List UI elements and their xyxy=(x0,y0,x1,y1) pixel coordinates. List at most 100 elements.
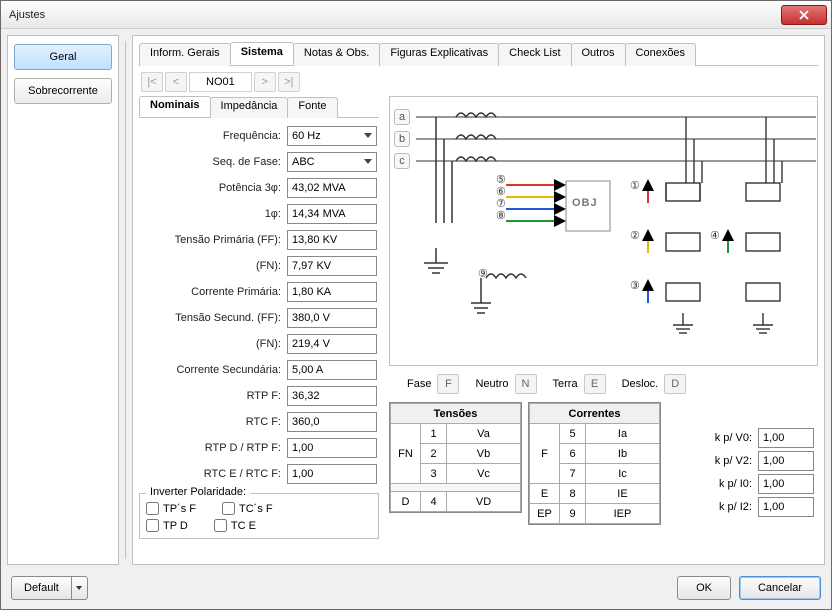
tab-outros[interactable]: Outros xyxy=(571,43,626,66)
cp-label: Corrente Primária: xyxy=(141,286,287,298)
obj-label: OBJ xyxy=(572,197,598,209)
cp-input[interactable] xyxy=(287,282,377,302)
legend-fase-button[interactable]: F xyxy=(437,374,459,394)
tab-checklist[interactable]: Check List xyxy=(498,43,571,66)
chk-tps-f[interactable]: TP´s F xyxy=(146,502,196,515)
ajustes-window: Ajustes Geral Sobrecorrente Inform. Gera… xyxy=(0,0,832,610)
rtpd-input[interactable] xyxy=(287,438,377,458)
correntes-e: E xyxy=(530,484,560,504)
cs-input[interactable] xyxy=(287,360,377,380)
kv2-label: k p/ V2: xyxy=(702,455,752,467)
freq-select[interactable]: 60 Hz xyxy=(287,126,377,146)
nav-node-label: NO01 xyxy=(189,72,252,92)
legend-neutro-button[interactable]: N xyxy=(515,374,537,394)
legend-neutro-label: Neutro xyxy=(475,378,508,390)
tensoes-table: Tensões FN 1Va 2Vb 3Vc D4VD xyxy=(389,402,522,513)
nav-next-button[interactable]: > xyxy=(254,72,276,92)
sub-tabs: Nominais Impedância Fonte xyxy=(139,96,379,118)
cancel-button[interactable]: Cancelar xyxy=(739,576,821,600)
rtce-label: RTC E / RTC F: xyxy=(141,468,287,480)
seq-select[interactable]: ABC xyxy=(287,152,377,172)
ki2-input[interactable] xyxy=(758,497,814,517)
correntes-table: Correntes F 5Ia 6Ib 7Ic E8IE EP9IEP xyxy=(528,402,661,525)
default-button[interactable]: Default xyxy=(11,576,72,600)
marker-2: ② xyxy=(630,229,640,242)
tab-figuras[interactable]: Figuras Explicativas xyxy=(379,43,499,66)
rtpf-input[interactable] xyxy=(287,386,377,406)
nav-first-button[interactable]: |< xyxy=(141,72,163,92)
marker-9: ⑨ xyxy=(478,267,488,280)
nav-prev-button[interactable]: < xyxy=(165,72,187,92)
window-title: Ajustes xyxy=(9,9,781,21)
legend-desloc-label: Desloc. xyxy=(622,378,659,390)
legend-desloc-button[interactable]: D xyxy=(664,374,686,394)
kv0-input[interactable] xyxy=(758,428,814,448)
tensoes-title: Tensões xyxy=(391,404,521,424)
circuit-diagram: a b c xyxy=(389,96,818,366)
invert-legend: Inverter Polaridade: xyxy=(146,486,250,498)
rtpd-label: RTP D / RTP F: xyxy=(141,442,287,454)
chevron-down-icon xyxy=(364,159,372,164)
chk-tp-d[interactable]: TP D xyxy=(146,519,188,532)
legend-fase-label: Fase xyxy=(407,378,431,390)
rtpf-label: RTP F: xyxy=(141,390,287,402)
tsfn-label: (FN): xyxy=(141,338,287,350)
subtab-impedancia[interactable]: Impedância xyxy=(210,97,289,118)
pot1-label: 1φ: xyxy=(141,208,287,220)
marker-3: ③ xyxy=(630,279,640,292)
legend-terra-label: Terra xyxy=(553,378,578,390)
chevron-down-icon xyxy=(76,586,82,590)
kv2-input[interactable] xyxy=(758,451,814,471)
pot3-label: Potência 3φ: xyxy=(141,182,287,194)
tab-conexoes[interactable]: Conexões xyxy=(625,43,697,66)
pot3-input[interactable] xyxy=(287,178,377,198)
cs-label: Corrente Secundária: xyxy=(141,364,287,376)
rtcf-input[interactable] xyxy=(287,412,377,432)
rtce-input[interactable] xyxy=(287,464,377,484)
legend-terra-button[interactable]: E xyxy=(584,374,606,394)
tensoes-fn: FN xyxy=(391,424,421,484)
subtab-fonte[interactable]: Fonte xyxy=(287,97,337,118)
subtab-nominais[interactable]: Nominais xyxy=(139,96,211,117)
ki2-label: k p/ I2: xyxy=(702,501,752,513)
close-button[interactable] xyxy=(781,5,827,25)
diagram-svg xyxy=(396,103,816,359)
tsfn-input[interactable] xyxy=(287,334,377,354)
footer: Default OK Cancelar xyxy=(1,571,831,609)
ki0-label: k p/ I0: xyxy=(702,478,752,490)
k-factors: k p/ V0: k p/ V2: k p/ I0: k p/ I2: xyxy=(702,428,818,517)
close-icon xyxy=(799,10,809,20)
tpff-label: Tensão Primária (FF): xyxy=(141,234,287,246)
tpfn-input[interactable] xyxy=(287,256,377,276)
tpff-input[interactable] xyxy=(287,230,377,250)
ok-button[interactable]: OK xyxy=(677,576,731,600)
tsff-label: Tensão Secund. (FF): xyxy=(141,312,287,324)
left-sidebar: Geral Sobrecorrente xyxy=(7,35,119,565)
rtcf-label: RTC F: xyxy=(141,416,287,428)
seq-label: Seq. de Fase: xyxy=(141,156,287,168)
main-tabs: Inform. Gerais Sistema Notas & Obs. Figu… xyxy=(139,42,818,66)
marker-8: ⑧ xyxy=(496,209,506,222)
sidebar-geral-button[interactable]: Geral xyxy=(14,44,112,70)
vertical-separator xyxy=(125,41,126,559)
tab-notas[interactable]: Notas & Obs. xyxy=(293,43,380,66)
kv0-label: k p/ V0: xyxy=(702,432,752,444)
tab-sistema[interactable]: Sistema xyxy=(230,42,294,65)
default-dropdown-button[interactable] xyxy=(72,576,88,600)
tsff-input[interactable] xyxy=(287,308,377,328)
ki0-input[interactable] xyxy=(758,474,814,494)
sidebar-sobrecorrente-button[interactable]: Sobrecorrente xyxy=(14,78,112,104)
chevron-down-icon xyxy=(364,133,372,138)
chk-tc-e[interactable]: TC E xyxy=(214,519,256,532)
chk-tcs-f[interactable]: TC´s F xyxy=(222,502,273,515)
marker-1: ① xyxy=(630,179,640,192)
pot1-input[interactable] xyxy=(287,204,377,224)
marker-4: ④ xyxy=(710,229,720,242)
correntes-title: Correntes xyxy=(530,404,660,424)
tensoes-d: D xyxy=(391,492,421,512)
form-column: Nominais Impedância Fonte Frequência: 60… xyxy=(139,96,379,558)
nav-last-button[interactable]: >| xyxy=(278,72,300,92)
tab-inform-gerais[interactable]: Inform. Gerais xyxy=(139,43,231,66)
main-panel: Inform. Gerais Sistema Notas & Obs. Figu… xyxy=(132,35,825,565)
correntes-f: F xyxy=(530,424,560,484)
